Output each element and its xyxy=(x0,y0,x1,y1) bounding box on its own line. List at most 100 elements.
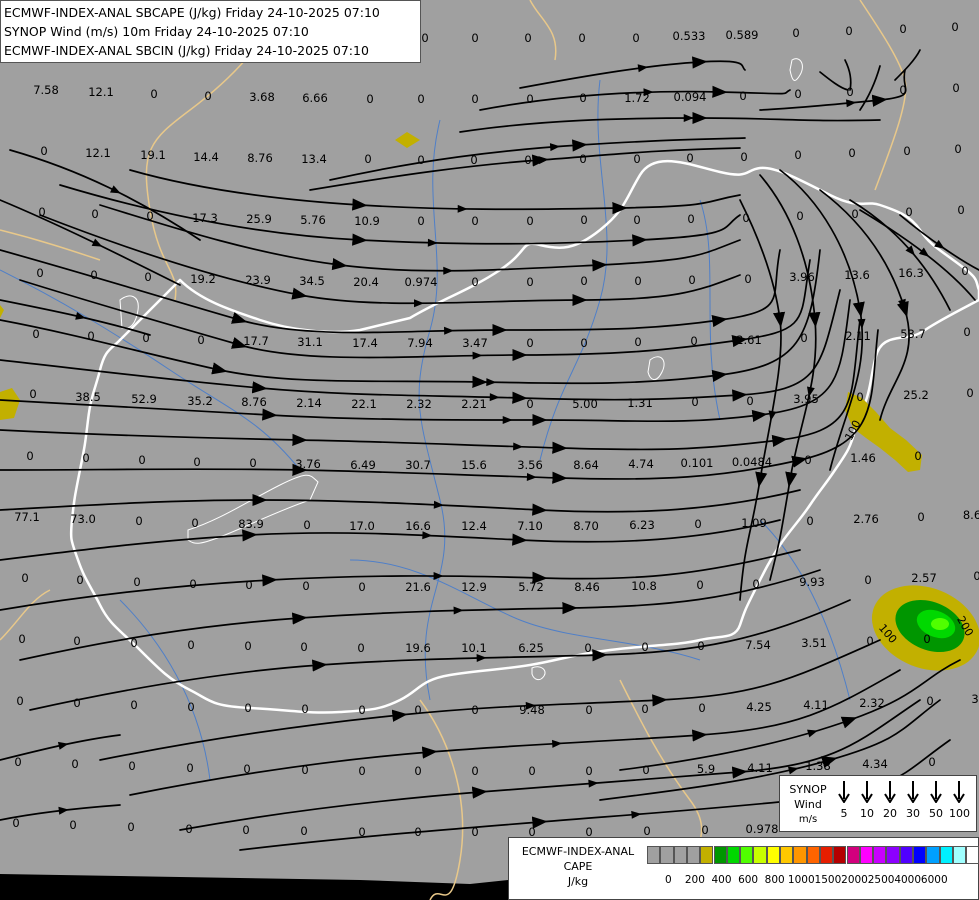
cape-value-label: 0 xyxy=(244,639,251,653)
cape-value-label: 0 xyxy=(580,274,587,288)
cape-value-label: 21.6 xyxy=(405,580,431,594)
cape-value-label: 1.46 xyxy=(850,451,876,465)
cape-value-label: 0 xyxy=(846,85,853,99)
cape-value-label: 52.9 xyxy=(131,392,157,406)
cape-value-label: 8.70 xyxy=(573,519,599,533)
cape-value-label: 0 xyxy=(634,274,641,288)
cape-value-label: 10.9 xyxy=(354,214,380,228)
cape-value-label: 0 xyxy=(142,331,149,345)
cape-value-label: 12.9 xyxy=(461,580,487,594)
cape-value-label: 7.10 xyxy=(517,519,543,533)
cape-value-label: 0.533 xyxy=(673,29,706,43)
cape-value-label: 17.0 xyxy=(349,519,375,533)
weather-map[interactable]: 7.58 12.1 0 0 3.68 6.66 0 0 0 0 0 1.72 0.094 0 0 0 0 0 0 0 0… xyxy=(0,0,979,900)
synop-legend-label: SYNOP Wind m/s xyxy=(789,783,827,825)
cape-value-label: 0 xyxy=(191,516,198,530)
cape-value-label: 0 xyxy=(249,456,256,470)
cape-value-label: 0 xyxy=(185,822,192,836)
cape-value-label: 25.9 xyxy=(246,212,272,226)
cape-value-label: 7.58 xyxy=(33,83,59,97)
cape-value-label: 0 xyxy=(963,325,970,339)
cape-value-label: 0 xyxy=(91,207,98,221)
cape-value-label: 0 xyxy=(526,275,533,289)
cape-value-label: 6.49 xyxy=(350,458,376,472)
cape-color-swatch xyxy=(833,846,847,864)
title-sbcin: ECMWF-INDEX-ANAL SBCIN (J/kg) Friday 24-… xyxy=(4,43,369,58)
cape-value-label: 13.6 xyxy=(844,268,870,282)
cape-tick-label: 4000 xyxy=(894,874,922,886)
cape-value-label: 0 xyxy=(73,634,80,648)
cape-value-label: 0 xyxy=(698,701,705,715)
cape-value-label: 10.1 xyxy=(461,641,487,655)
cape-value-label: 0 xyxy=(580,213,587,227)
cape-value-label: 0 xyxy=(642,763,649,777)
cape-value-label: 0 xyxy=(923,632,930,646)
cape-area-southeast-peak xyxy=(931,618,949,630)
cape-value-label: 0.974 xyxy=(405,275,438,289)
cape-value-label: 0 xyxy=(471,825,478,839)
cape-value-label: 83.9 xyxy=(238,517,264,531)
cape-value-label: 0 xyxy=(524,31,531,45)
cape-value-label: 0 xyxy=(580,336,587,350)
cape-value-label: 22.1 xyxy=(351,397,377,411)
cape-value-label: 0 xyxy=(899,22,906,36)
cape-value-label: 0 xyxy=(800,331,807,345)
cape-value-label: 0 xyxy=(471,703,478,717)
cape-value-label: 0 xyxy=(864,573,871,587)
cape-color-swatch xyxy=(766,846,780,864)
cape-value-label: 0 xyxy=(186,761,193,775)
cape-value-label: 77.1 xyxy=(14,510,40,524)
cape-value-label: 0 xyxy=(806,514,813,528)
cape-value-label: 0 xyxy=(303,518,310,532)
synop-arrow-5: 5 xyxy=(834,781,854,820)
cape-value-label: 0 xyxy=(928,755,935,769)
cape-value-label: 0.101 xyxy=(681,456,714,470)
cape-value-label: 16.6 xyxy=(405,519,431,533)
cape-color-swatch xyxy=(740,846,754,864)
cape-value-label: 0.589 xyxy=(726,28,759,42)
cape-value-label: 0 xyxy=(130,636,137,650)
cape-value-label: 0 xyxy=(954,142,961,156)
cape-value-label: 0 xyxy=(687,212,694,226)
cape-value-label: 0 xyxy=(641,640,648,654)
cape-value-label: 3.56 xyxy=(517,458,543,472)
cape-value-label: 2.61 xyxy=(736,333,762,347)
cape-value-label: 4.74 xyxy=(628,457,654,471)
cape-value-label: 5.72 xyxy=(518,580,544,594)
cape-value-label: 8.76 xyxy=(241,395,267,409)
cape-value-label: 2.21 xyxy=(461,397,487,411)
cape-value-label: 0 xyxy=(903,144,910,158)
cape-value-label: 0 xyxy=(417,92,424,106)
cape-value-label: 9.48 xyxy=(519,703,545,717)
cape-value-label: 0 xyxy=(804,453,811,467)
cape-value-label: 0 xyxy=(187,638,194,652)
cape-color-swatch xyxy=(846,846,860,864)
cape-value-label: 6.23 xyxy=(629,518,655,532)
cape-value-label: 0 xyxy=(526,92,533,106)
cape-value-label: 0 xyxy=(144,270,151,284)
cape-value-label: 0 xyxy=(16,694,23,708)
cape-value-label: 17.3 xyxy=(192,211,218,225)
cape-value-label: 0 xyxy=(300,824,307,838)
cape-value-label: 0 xyxy=(40,144,47,158)
cape-value-label: 0 xyxy=(905,205,912,219)
cape-value-label: 0 xyxy=(740,150,747,164)
cape-value-label: 0 xyxy=(300,640,307,654)
cape-value-label: 10.8 xyxy=(631,579,657,593)
cape-value-label: 30.7 xyxy=(405,458,431,472)
cape-value-label: 0 xyxy=(794,87,801,101)
cape-value-label: 0 xyxy=(471,275,478,289)
cape-value-label: 0 xyxy=(973,569,979,583)
cape-value-label: 7.94 xyxy=(407,336,433,350)
cape-value-label: 0 xyxy=(845,24,852,38)
cape-value-label: 0 xyxy=(364,152,371,166)
cape-value-label: 23.9 xyxy=(245,273,271,287)
synop-arrow-20: 20 xyxy=(880,781,900,820)
synop-speed-label: 100 xyxy=(949,807,970,820)
cape-value-label: 0 xyxy=(69,818,76,832)
cape-value-label: 0 xyxy=(146,209,153,223)
cape-value-label: 0 xyxy=(243,762,250,776)
cape-value-label: 0 xyxy=(29,387,36,401)
cape-value-label: 8.46 xyxy=(574,580,600,594)
cape-value-label: 3.47 xyxy=(462,336,488,350)
